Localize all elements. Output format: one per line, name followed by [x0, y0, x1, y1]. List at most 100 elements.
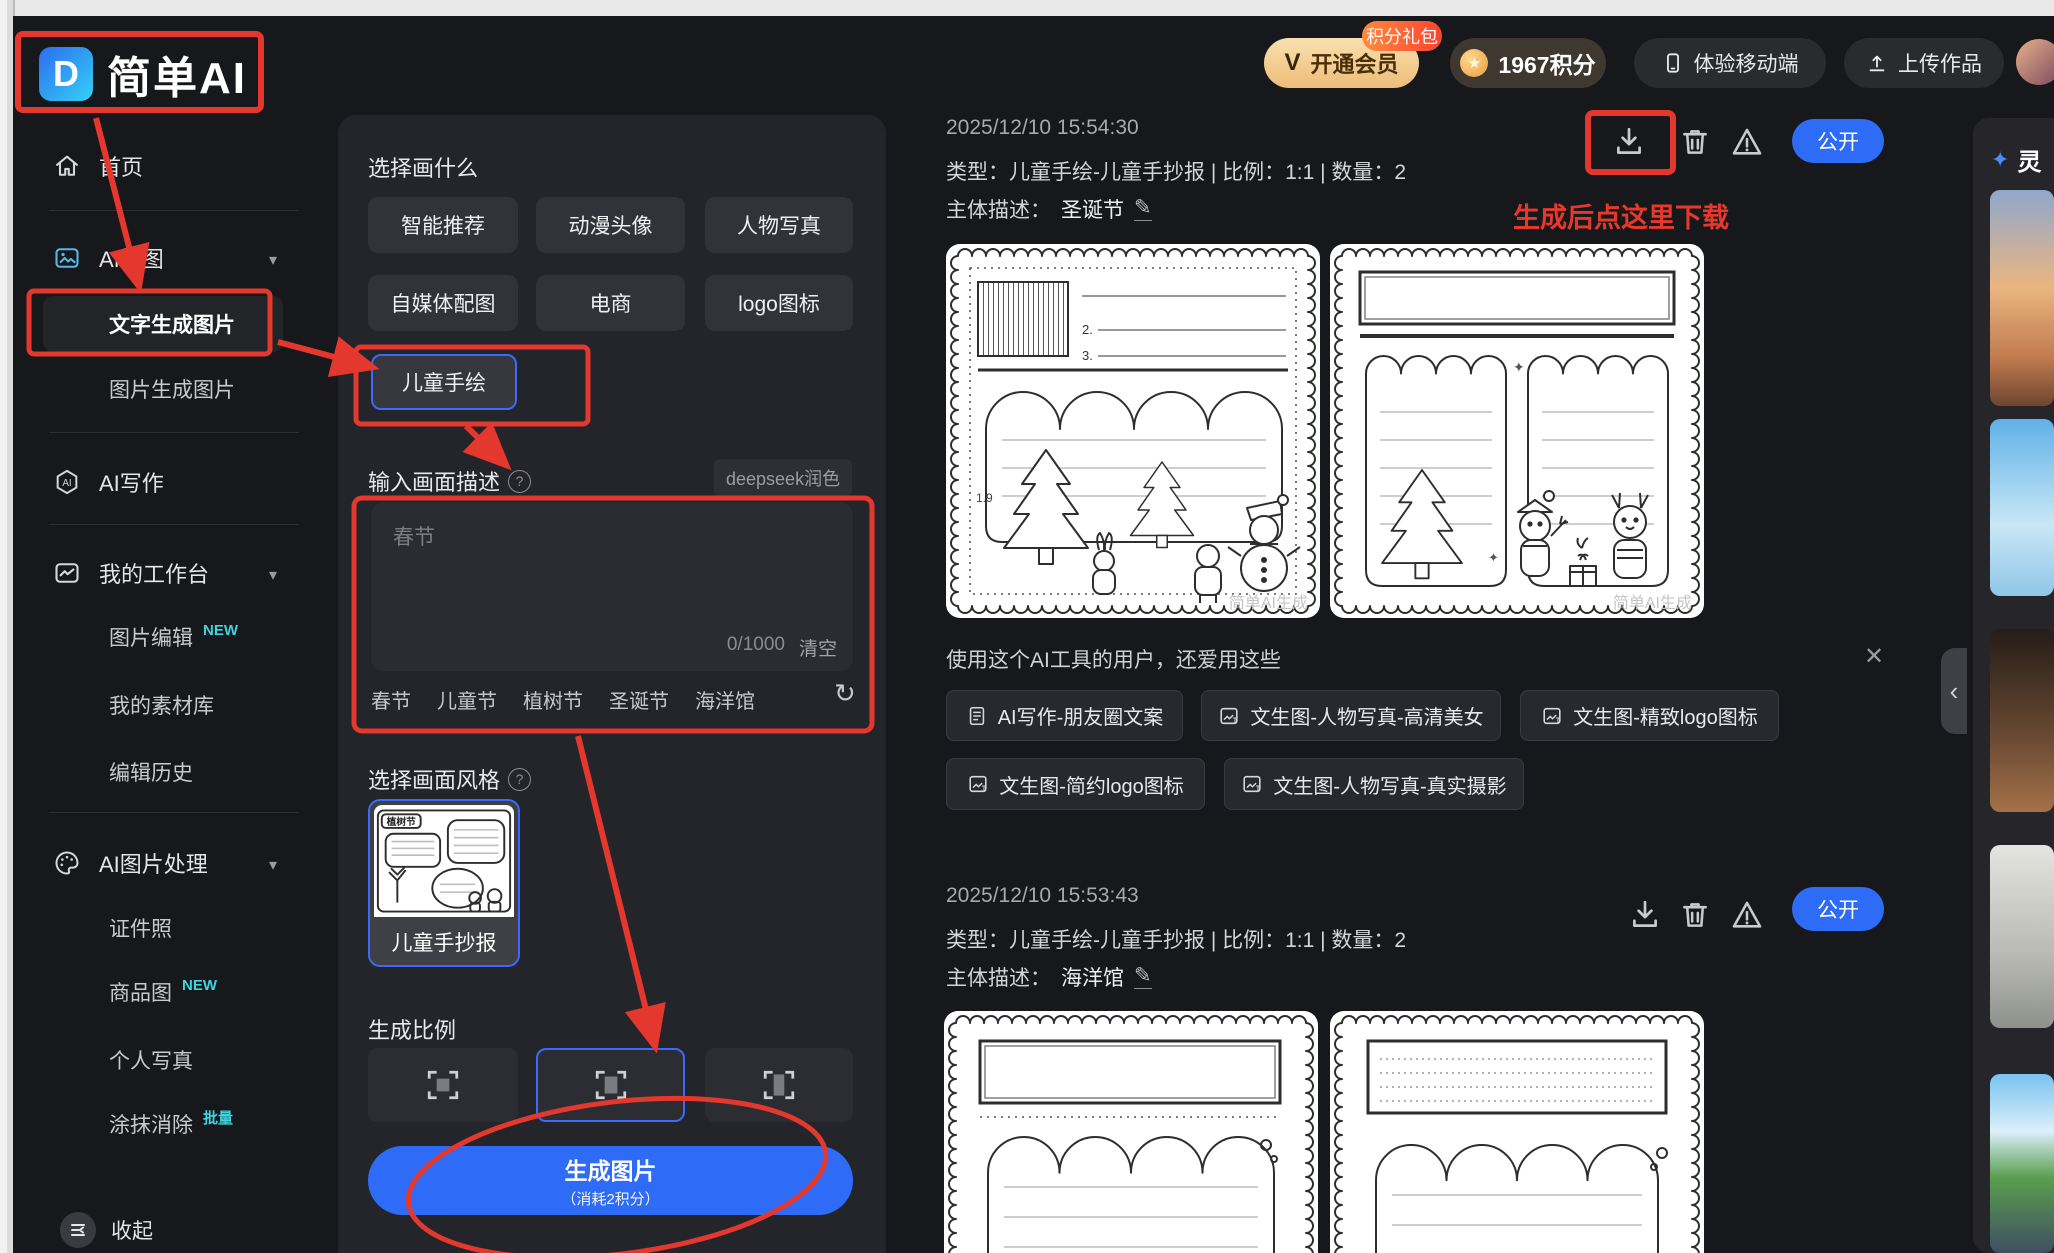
edit-pencil-icon[interactable]: ✎: [1134, 197, 1152, 221]
category-children-drawing[interactable]: 儿童手绘: [371, 354, 517, 410]
ai-image-process-label: AI图片处理: [99, 852, 208, 877]
suggestions-title: 使用这个AI工具的用户，还爱用这些: [946, 649, 1281, 672]
sidebar-group-ai-image-process[interactable]: AI图片处理: [53, 845, 208, 881]
chevron-down-icon[interactable]: ▾: [269, 855, 277, 875]
credit-gift-badge: 积分礼包: [1362, 21, 1442, 51]
tag-arbor-day[interactable]: 植树节: [523, 685, 583, 714]
credits-button[interactable]: ★ 1967积分: [1450, 38, 1606, 88]
prompt-input-wrapper: 0/1000 清空: [371, 503, 853, 671]
ai-write-icon: AI: [56, 469, 78, 495]
suggestion-ai-writing[interactable]: AI写作-朋友圈文案: [946, 690, 1183, 741]
sidebar-item-id-photo[interactable]: 证件照: [109, 911, 172, 945]
text-to-image-label: 文字生成图片: [109, 314, 235, 337]
suggestion-t2i-fine-logo[interactable]: T 文生图-精致logo图标: [1520, 690, 1779, 741]
download-icon[interactable]: [1612, 125, 1646, 159]
user-avatar[interactable]: [2016, 39, 2054, 85]
coin-icon: ★: [1460, 49, 1489, 77]
help-icon[interactable]: ?: [508, 469, 532, 493]
clear-button[interactable]: 清空: [799, 634, 837, 661]
sidebar-group-workspace[interactable]: 我的工作台: [53, 555, 209, 591]
publish-button[interactable]: 公开: [1792, 119, 1884, 163]
ratio-9-16-button[interactable]: [705, 1048, 853, 1122]
publish-button[interactable]: 公开: [1792, 887, 1884, 931]
chevron-down-icon[interactable]: ▾: [269, 565, 277, 585]
inspiration-thumbnail[interactable]: [1990, 190, 2054, 406]
app-logo[interactable]: D 简单AI: [39, 42, 247, 106]
category-smart-recommend[interactable]: 智能推荐: [368, 197, 518, 253]
inspiration-thumbnail[interactable]: [1990, 419, 2054, 596]
category-logo[interactable]: logo图标: [705, 275, 853, 331]
upload-label: 上传作品: [1898, 53, 1982, 76]
generated-image[interactable]: ✦ ✦ 简单AI生成: [1330, 244, 1704, 618]
svg-text:2.: 2.: [1082, 322, 1093, 337]
report-icon[interactable]: [1730, 125, 1764, 159]
rail-collapse-handle[interactable]: ‹: [1941, 648, 1967, 734]
sidebar-item-edit-history[interactable]: 编辑历史: [109, 755, 193, 789]
char-counter: 0/1000 清空: [727, 634, 837, 661]
screenshot-root: D 简单AI 积分礼包 V 开通会员 ★ 1967积分 体验移动端 上传作品 首…: [0, 0, 2054, 1253]
sidebar-item-erase[interactable]: 涂抹消除 批量: [109, 1107, 233, 1141]
download-icon[interactable]: [1628, 898, 1662, 932]
tag-christmas[interactable]: 圣诞节: [609, 685, 669, 714]
ratio-3-4-icon: [595, 1070, 626, 1100]
report-icon[interactable]: [1730, 898, 1764, 932]
ratio-3-4-button[interactable]: [536, 1048, 685, 1122]
tag-spring-festival[interactable]: 春节: [371, 685, 411, 714]
generate-button[interactable]: 生成图片 （消耗2积分）: [368, 1146, 853, 1215]
generated-image[interactable]: 2. 3. 1.9 简单AI生成: [946, 244, 1320, 618]
material-library-label: 我的素材库: [109, 695, 214, 718]
sidebar-item-image-edit[interactable]: 图片编辑 NEW: [109, 620, 238, 654]
ratio-9-16-icon: [763, 1070, 795, 1100]
sidebar-item-product-image[interactable]: 商品图 NEW: [109, 975, 217, 1009]
tag-aquarium[interactable]: 海洋馆: [695, 685, 755, 714]
category-media-image[interactable]: 自媒体配图: [368, 275, 518, 331]
sidebar-collapse-button[interactable]: 收起: [59, 1212, 153, 1248]
sidebar-item-material-library[interactable]: 我的素材库: [109, 688, 214, 722]
chevron-down-icon[interactable]: ▾: [269, 250, 277, 270]
image-edit-label: 图片编辑: [109, 627, 193, 650]
generated-image[interactable]: [944, 1011, 1318, 1253]
suggestion-t2i-beauty[interactable]: T 文生图-人物写真-高清美女: [1201, 690, 1501, 741]
generated-image[interactable]: ✦: [1330, 1011, 1704, 1253]
style-card-children-newspaper[interactable]: 植树节 儿童手抄报: [368, 799, 520, 967]
deepseek-polish-button[interactable]: deepseek润色: [714, 459, 853, 497]
inspiration-thumbnail[interactable]: [1990, 845, 2054, 1028]
sidebar-item-ai-writing[interactable]: AI AI写作: [53, 464, 164, 500]
close-icon[interactable]: ✕: [1864, 642, 1884, 671]
ratio-1-1-button[interactable]: [368, 1048, 518, 1122]
membership-label: 开通会员: [1310, 52, 1399, 77]
sidebar-item-image-to-image[interactable]: 图片生成图片: [109, 372, 235, 406]
svg-text:简单AI生成: 简单AI生成: [1613, 594, 1692, 612]
upload-work-button[interactable]: 上传作品: [1844, 38, 2004, 88]
sidebar-item-personal-photo[interactable]: 个人写真: [109, 1043, 193, 1077]
help-icon[interactable]: ?: [508, 767, 532, 791]
inspiration-thumbnail[interactable]: [1990, 1074, 2054, 1253]
refresh-icon[interactable]: ↻: [834, 678, 856, 709]
edit-pencil-icon[interactable]: ✎: [1134, 965, 1152, 989]
batch-badge: 批量: [203, 1109, 234, 1127]
inspiration-header: ✦ 灵: [1991, 142, 2041, 177]
credits-amount: 1967积分: [1498, 52, 1596, 78]
new-badge: NEW: [203, 621, 238, 639]
suggestion-t2i-simple-logo[interactable]: T 文生图-简约logo图标: [946, 758, 1205, 810]
divider: [49, 432, 299, 433]
inspiration-thumbnail[interactable]: [1990, 629, 2054, 812]
divider: [49, 812, 299, 813]
sidebar-group-ai-draw[interactable]: AI绘图: [53, 240, 164, 276]
sidebar-item-text-to-image[interactable]: 文字生成图片: [109, 307, 235, 341]
category-anime-avatar[interactable]: 动漫头像: [536, 197, 685, 253]
mobile-app-button[interactable]: 体验移动端: [1634, 38, 1826, 88]
sidebar-item-home[interactable]: 首页: [53, 148, 143, 184]
suggestion-label: 文生图-人物写真-真实摄影: [1273, 775, 1507, 798]
personal-photo-label: 个人写真: [109, 1050, 193, 1073]
result-meta: 类型：儿童手绘-儿童手抄报 | 比例：1:1 | 数量：2: [946, 161, 1407, 184]
ai-writing-icon: [969, 706, 984, 725]
tag-childrens-day[interactable]: 儿童节: [437, 685, 497, 714]
category-ecommerce[interactable]: 电商: [536, 275, 685, 331]
category-portrait[interactable]: 人物写真: [705, 197, 853, 253]
erase-label: 涂抹消除: [109, 1114, 193, 1137]
suggestion-t2i-real-photo[interactable]: T 文生图-人物写真-真实摄影: [1224, 758, 1524, 810]
ratio-1-1-icon: [427, 1070, 459, 1100]
delete-icon[interactable]: [1678, 125, 1712, 159]
delete-icon[interactable]: [1678, 898, 1712, 932]
